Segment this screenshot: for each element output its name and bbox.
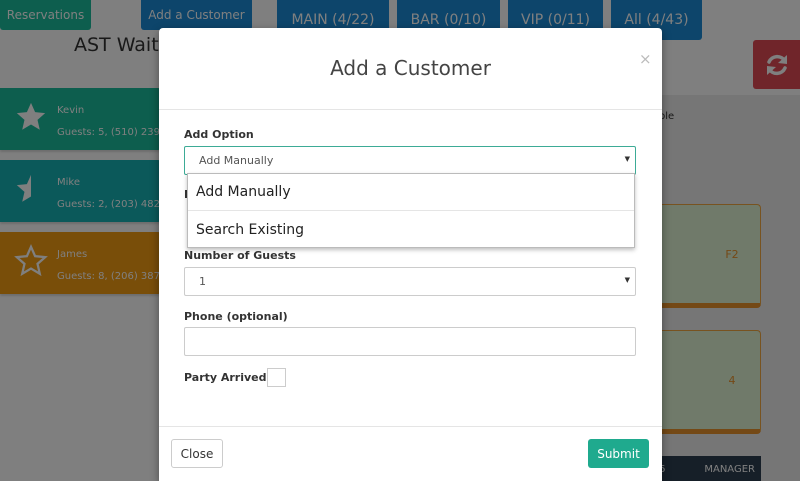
close-button[interactable]: Close xyxy=(171,439,223,468)
dropdown-option-add-manually[interactable]: Add Manually xyxy=(188,174,634,211)
party-arrived-label: Party Arrived? xyxy=(184,371,273,384)
add-option-label: Add Option xyxy=(184,128,254,141)
dropdown-option-search-existing[interactable]: Search Existing xyxy=(188,212,634,249)
submit-button[interactable]: Submit xyxy=(588,439,649,468)
modal-title: Add a Customer xyxy=(330,56,491,80)
modal-header: Add a Customer × xyxy=(159,28,662,110)
close-icon[interactable]: × xyxy=(639,50,652,68)
add-option-select[interactable]: Add Manually ▼ xyxy=(184,146,636,175)
add-option-dropdown: Add Manually Search Existing xyxy=(187,173,635,248)
phone-input[interactable] xyxy=(184,327,636,356)
party-arrived-checkbox[interactable] xyxy=(267,368,286,387)
phone-label: Phone (optional) xyxy=(184,310,288,323)
guests-value: 1 xyxy=(199,275,206,288)
modal-footer: Close Submit xyxy=(159,426,662,481)
chevron-down-icon: ▼ xyxy=(624,276,630,284)
add-customer-modal: Add a Customer × Add Option Add Manually… xyxy=(159,28,662,481)
add-option-value: Add Manually xyxy=(199,154,274,167)
guests-select[interactable]: 1 ▼ xyxy=(184,267,636,296)
chevron-down-icon: ▼ xyxy=(624,155,630,163)
guests-label: Number of Guests xyxy=(184,249,296,262)
